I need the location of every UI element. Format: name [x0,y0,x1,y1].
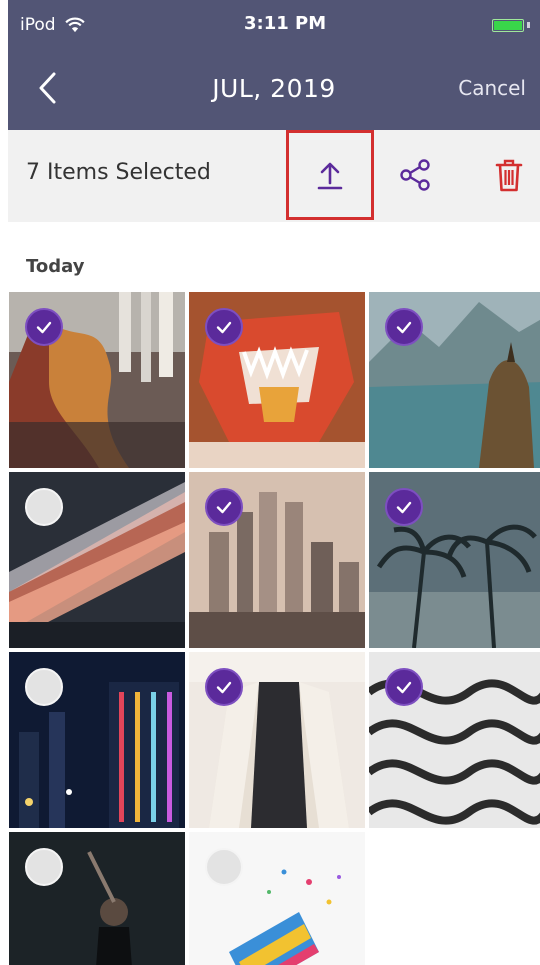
selection-check[interactable] [25,488,63,526]
checkmark-icon [36,321,52,334]
section-title: Today [26,256,85,277]
selection-check[interactable] [385,668,423,706]
status-bar: iPod 3:11 PM [8,0,540,50]
photo-tile[interactable] [189,292,365,468]
checkmark-icon [396,321,412,334]
wifi-icon [64,17,85,33]
selection-check[interactable] [205,848,243,886]
checkmark-icon [216,501,232,514]
checkmark-icon [216,321,232,334]
photo-tile[interactable] [189,652,365,828]
checkmark-icon [216,681,232,694]
photo-tile[interactable] [369,472,540,648]
trash-icon[interactable] [494,157,524,193]
selection-check[interactable] [205,488,243,526]
checkmark-icon [396,681,412,694]
photo-tile[interactable] [189,472,365,648]
status-time: 3:11 PM [244,13,327,34]
share-icon[interactable] [398,158,432,192]
upload-button[interactable] [286,130,374,220]
selection-check[interactable] [25,848,63,886]
photo-tile[interactable] [9,832,185,965]
selection-check[interactable] [25,308,63,346]
photo-tile[interactable] [9,292,185,468]
nav-bar: JUL, 2019 Cancel [8,50,540,130]
selection-toolbar: 7 Items Selected [8,130,540,222]
selection-check[interactable] [385,308,423,346]
photo-tile[interactable] [9,652,185,828]
cancel-button[interactable]: Cancel [458,76,526,100]
photo-tile[interactable] [9,472,185,648]
battery-icon [492,18,530,32]
status-left: iPod [20,15,86,35]
selection-check[interactable] [205,308,243,346]
photo-grid [9,292,540,965]
selection-check[interactable] [385,488,423,526]
upload-icon [317,162,343,190]
selection-check[interactable] [205,668,243,706]
selected-count-label: 7 Items Selected [26,160,211,185]
checkmark-icon [396,501,412,514]
photo-tile[interactable] [369,292,540,468]
photo-tile[interactable] [369,652,540,828]
selection-check[interactable] [25,668,63,706]
carrier-label: iPod [20,15,56,35]
photo-tile[interactable] [189,832,365,965]
